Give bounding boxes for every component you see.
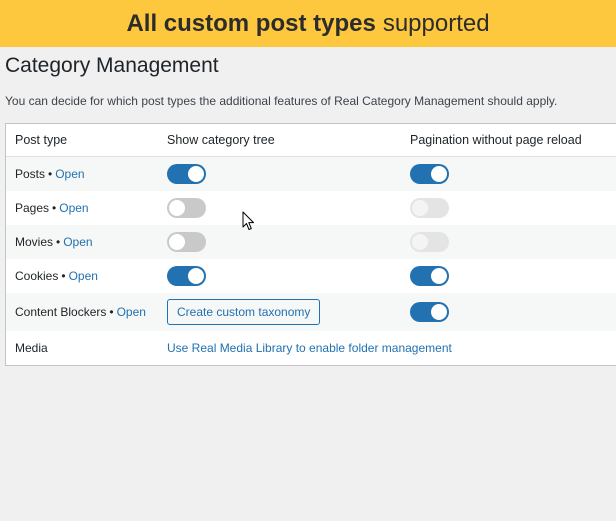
feature-banner: All custom post types supported: [0, 0, 616, 47]
toggle-knob: [412, 200, 428, 216]
column-header-category-tree: Show category tree: [167, 133, 275, 147]
toggle-knob: [412, 234, 428, 250]
category-tree-toggle[interactable]: [167, 266, 206, 286]
banner-title-light: supported: [382, 9, 490, 37]
banner-title-bold: All custom post types: [126, 9, 376, 37]
open-link[interactable]: Open: [55, 167, 84, 181]
toggle-knob: [169, 234, 185, 250]
pagination-toggle: [410, 232, 449, 252]
post-type-name: Pages: [15, 201, 50, 215]
post-type-name: Movies: [15, 235, 54, 249]
open-link[interactable]: Open: [117, 305, 146, 319]
table-row: Posts • Open: [6, 157, 616, 191]
toggle-knob: [188, 268, 204, 284]
category-tree-toggle[interactable]: [167, 198, 206, 218]
table-row: Pages • Open: [6, 191, 616, 225]
pagination-toggle[interactable]: [410, 266, 449, 286]
category-tree-toggle[interactable]: [167, 232, 206, 252]
separator: •: [48, 167, 53, 181]
open-link[interactable]: Open: [63, 235, 92, 249]
real-media-library-link[interactable]: Use Real Media Library to enable folder …: [167, 341, 452, 355]
column-header-post-type: Post type: [15, 133, 68, 147]
page-description: You can decide for which post types the …: [5, 94, 558, 108]
separator: •: [52, 201, 57, 215]
pagination-toggle[interactable]: [410, 302, 449, 322]
toggle-knob: [431, 268, 447, 284]
pagination-toggle[interactable]: [410, 164, 449, 184]
table-header-row: Post type Show category tree Pagination …: [6, 124, 616, 157]
pagination-toggle: [410, 198, 449, 218]
post-type-name: Posts: [15, 167, 46, 181]
page-title: Category Management: [5, 54, 219, 77]
post-type-name: Media: [15, 341, 48, 355]
mouse-pointer-icon: [242, 211, 254, 230]
open-link[interactable]: Open: [59, 201, 88, 215]
open-link[interactable]: Open: [69, 269, 98, 283]
category-tree-toggle[interactable]: [167, 164, 206, 184]
table-row: Movies • Open: [6, 225, 616, 259]
table-row: Cookies • Open: [6, 259, 616, 293]
post-type-name: Content Blockers: [15, 305, 107, 319]
separator: •: [56, 235, 61, 249]
column-header-pagination: Pagination without page reload: [410, 133, 582, 147]
table-row: Media Use Real Media Library to enable f…: [6, 331, 616, 365]
toggle-knob: [431, 166, 447, 182]
post-types-table: Post type Show category tree Pagination …: [5, 123, 616, 366]
toggle-knob: [188, 166, 204, 182]
separator: •: [109, 305, 114, 319]
post-type-name: Cookies: [15, 269, 59, 283]
toggle-knob: [431, 304, 447, 320]
toggle-knob: [169, 200, 185, 216]
create-custom-taxonomy-button[interactable]: Create custom taxonomy: [167, 299, 321, 325]
separator: •: [61, 269, 66, 283]
table-row: Content Blockers • Open Create custom ta…: [6, 293, 616, 331]
